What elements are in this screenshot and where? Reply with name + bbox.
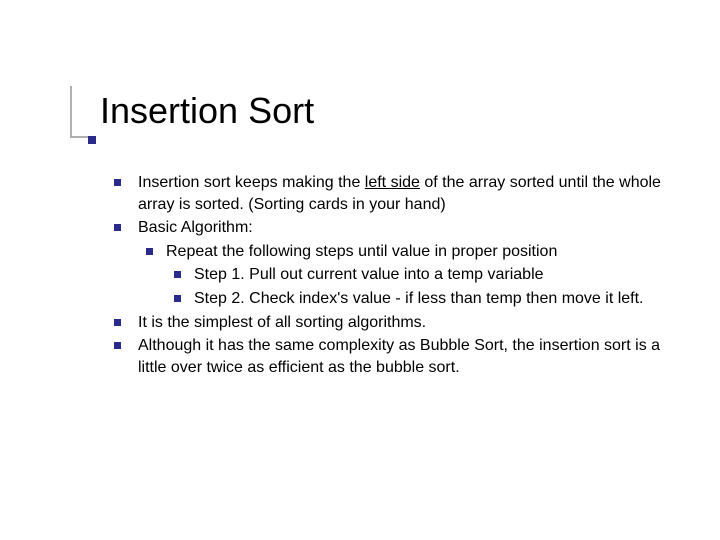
- bullet-text: Step 2. Check index's value - if less th…: [194, 290, 644, 307]
- bullet-text: Basic Algorithm:: [138, 219, 253, 236]
- bullet-text: Although it has the same complexity as B…: [138, 337, 660, 376]
- title-bullet-decoration: [88, 136, 96, 144]
- bullet-text: It is the simplest of all sorting algori…: [138, 314, 426, 331]
- bullet-list-level2: Repeat the following steps until value i…: [138, 241, 670, 310]
- bullet-item: Step 1. Pull out current value into a te…: [166, 264, 670, 286]
- bullet-text-underline: left side: [365, 174, 420, 191]
- title-rule-decoration: [70, 86, 90, 138]
- bullet-item: It is the simplest of all sorting algori…: [110, 312, 670, 334]
- bullet-item: Although it has the same complexity as B…: [110, 335, 670, 378]
- bullet-text: Repeat the following steps until value i…: [166, 243, 557, 260]
- bullet-item: Insertion sort keeps making the left sid…: [110, 172, 670, 215]
- bullet-list-level1: Insertion sort keeps making the left sid…: [110, 172, 670, 378]
- bullet-list-level3: Step 1. Pull out current value into a te…: [166, 264, 670, 309]
- bullet-item: Step 2. Check index's value - if less th…: [166, 288, 670, 310]
- slide-title: Insertion Sort: [100, 90, 314, 132]
- slide-content: Insertion sort keeps making the left sid…: [110, 172, 670, 380]
- bullet-item: Repeat the following steps until value i…: [138, 241, 670, 310]
- bullet-text-pre: Insertion sort keeps making the: [138, 174, 365, 191]
- bullet-item: Basic Algorithm: Repeat the following st…: [110, 217, 670, 309]
- bullet-text: Step 1. Pull out current value into a te…: [194, 266, 544, 283]
